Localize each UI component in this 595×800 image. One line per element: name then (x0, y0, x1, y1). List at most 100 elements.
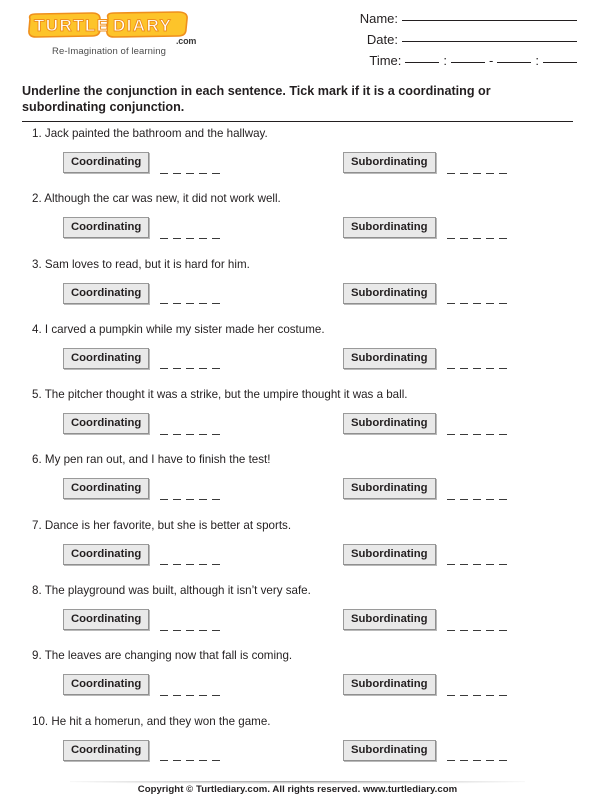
answer-dash (199, 368, 208, 370)
coordinating-option[interactable]: Coordinating (63, 413, 221, 435)
subordinating-answer-line[interactable] (446, 683, 507, 701)
coordinating-answer-line[interactable] (160, 422, 221, 440)
coordinating-button[interactable]: Coordinating (63, 217, 150, 239)
answer-row: Coordinating Subordinating (0, 413, 595, 437)
answer-dash (173, 629, 182, 631)
answer-dash (485, 237, 494, 239)
subordinating-answer-line[interactable] (446, 618, 507, 636)
answer-dash (485, 564, 494, 566)
question-sentence: Although the car was new, it did not wor… (44, 192, 281, 206)
coordinating-button[interactable]: Coordinating (63, 609, 150, 631)
question-text: 2. Although the car was new, it did not … (32, 192, 281, 206)
subordinating-option[interactable]: Subordinating (343, 347, 507, 370)
subordinating-answer-line[interactable] (446, 748, 507, 766)
subordinating-answer-line[interactable] (446, 226, 507, 244)
subordinating-answer-line[interactable] (446, 422, 507, 440)
answer-dash (459, 564, 468, 566)
coordinating-answer-line[interactable] (160, 226, 221, 244)
answer-dash (199, 237, 208, 239)
answer-dash (459, 498, 468, 500)
subordinating-answer-line[interactable] (446, 487, 507, 505)
coordinating-answer-line[interactable] (160, 161, 221, 179)
answer-dash (459, 172, 468, 174)
answer-dash (498, 172, 507, 174)
question-sentence: He hit a homerun, and they won the game. (51, 714, 271, 728)
answer-dash (212, 237, 221, 239)
subordinating-option[interactable]: Subordinating (343, 674, 507, 696)
question-text: 9. The leaves are changing now that fall… (32, 649, 292, 663)
time-start-minute-line[interactable] (451, 61, 486, 63)
subordinating-button[interactable]: Subordinating (343, 282, 436, 304)
coordinating-option[interactable]: Coordinating (63, 282, 221, 305)
answer-dash (459, 237, 468, 239)
site-logo[interactable]: TURTLE DIARY .com Re-Imagination of lear… (18, 10, 228, 66)
coordinating-answer-line[interactable] (160, 618, 221, 636)
question-number: 8. (32, 584, 42, 598)
answer-dash (212, 760, 221, 762)
answer-dash (459, 760, 468, 762)
answer-dash (160, 303, 169, 305)
coordinating-option[interactable]: Coordinating (63, 543, 221, 566)
subordinating-button[interactable]: Subordinating (343, 478, 436, 500)
answer-dash (160, 172, 169, 174)
coordinating-option[interactable]: Coordinating (63, 739, 221, 762)
coordinating-option[interactable]: Coordinating (63, 674, 221, 696)
subordinating-button[interactable]: Subordinating (343, 674, 436, 696)
coordinating-option[interactable]: Coordinating (63, 609, 221, 631)
answer-dash (446, 433, 455, 435)
subordinating-answer-line[interactable] (446, 552, 507, 570)
answer-dash (186, 629, 195, 631)
subordinating-answer-line[interactable] (446, 356, 507, 374)
question-number: 7. (32, 518, 42, 532)
coordinating-answer-line[interactable] (160, 748, 221, 766)
subordinating-button[interactable]: Subordinating (343, 739, 436, 761)
subordinating-button[interactable]: Subordinating (343, 543, 436, 565)
coordinating-button[interactable]: Coordinating (63, 413, 150, 435)
subordinating-button[interactable]: Subordinating (343, 152, 436, 173)
coordinating-button[interactable]: Coordinating (63, 543, 150, 565)
subordinating-answer-line[interactable] (446, 291, 507, 309)
subordinating-button[interactable]: Subordinating (343, 413, 436, 435)
coordinating-answer-line[interactable] (160, 683, 221, 701)
subordinating-option[interactable]: Subordinating (343, 152, 507, 174)
time-end-minute-line[interactable] (543, 61, 577, 63)
subordinating-option[interactable]: Subordinating (343, 739, 507, 762)
date-input-line[interactable] (402, 40, 577, 42)
subordinating-button[interactable]: Subordinating (343, 347, 436, 369)
subordinating-option[interactable]: Subordinating (343, 282, 507, 305)
coordinating-option[interactable]: Coordinating (63, 478, 221, 500)
answer-dash (498, 760, 507, 762)
coordinating-option[interactable]: Coordinating (63, 152, 221, 174)
coordinating-button[interactable]: Coordinating (63, 478, 150, 500)
time-end-hour-line[interactable] (497, 61, 532, 63)
subordinating-button[interactable]: Subordinating (343, 609, 436, 631)
answer-dash (186, 694, 195, 696)
coordinating-answer-line[interactable] (160, 487, 221, 505)
answer-dash (160, 433, 169, 435)
subordinating-answer-line[interactable] (446, 161, 507, 179)
coordinating-button[interactable]: Coordinating (63, 739, 150, 761)
coordinating-answer-line[interactable] (160, 552, 221, 570)
subordinating-option[interactable]: Subordinating (343, 413, 507, 435)
subordinating-button[interactable]: Subordinating (343, 217, 436, 239)
name-input-line[interactable] (402, 19, 577, 21)
subordinating-option[interactable]: Subordinating (343, 543, 507, 566)
coordinating-button[interactable]: Coordinating (63, 347, 150, 369)
coordinating-button[interactable]: Coordinating (63, 152, 150, 173)
coordinating-button[interactable]: Coordinating (63, 674, 150, 696)
subordinating-option[interactable]: Subordinating (343, 478, 507, 500)
subordinating-option[interactable]: Subordinating (343, 609, 507, 631)
coordinating-answer-line[interactable] (160, 356, 221, 374)
question-item: 6. My pen ran out, and I have to finish … (0, 453, 595, 518)
subordinating-option[interactable]: Subordinating (343, 217, 507, 239)
time-start-hour-line[interactable] (405, 61, 440, 63)
question-text: 7. Dance is her favorite, but she is bet… (32, 519, 291, 533)
answer-dash (186, 172, 195, 174)
question-item: 9. The leaves are changing now that fall… (0, 649, 595, 714)
coordinating-option[interactable]: Coordinating (63, 217, 221, 239)
answer-dash (498, 237, 507, 239)
answer-dash (472, 433, 481, 435)
coordinating-answer-line[interactable] (160, 291, 221, 309)
coordinating-button[interactable]: Coordinating (63, 282, 150, 304)
coordinating-option[interactable]: Coordinating (63, 347, 221, 370)
